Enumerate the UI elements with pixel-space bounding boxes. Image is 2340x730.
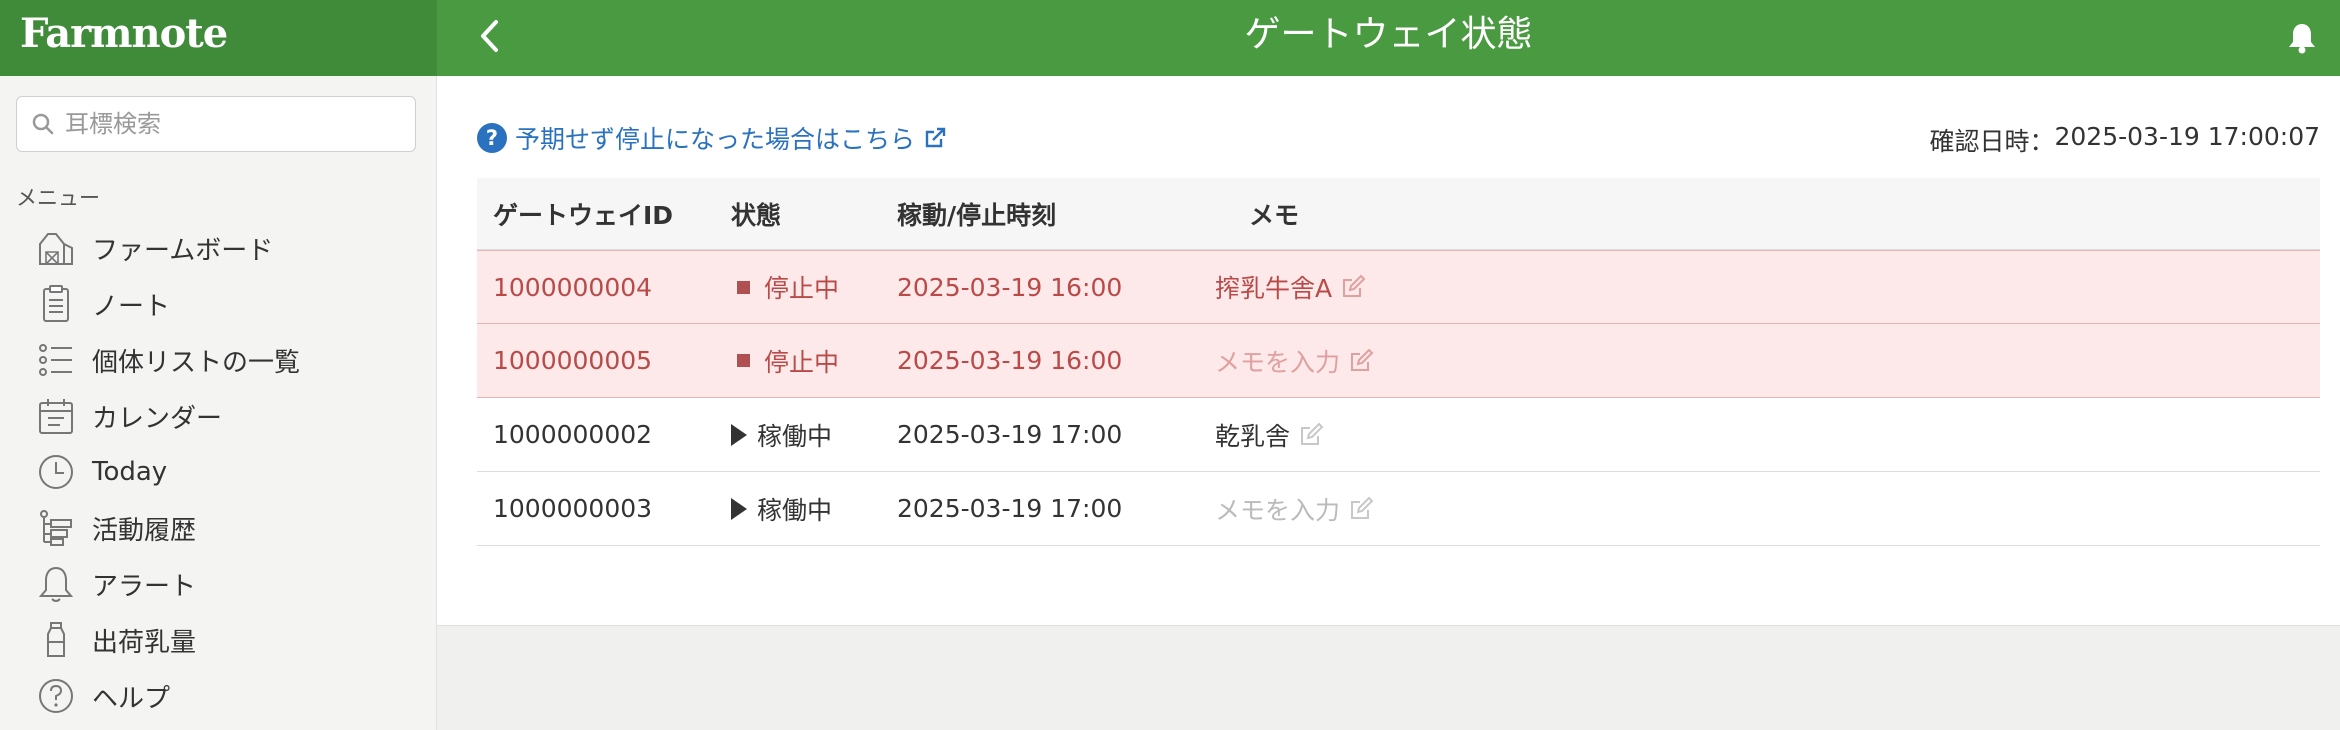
sidebar-item-label: アラート (92, 571, 197, 602)
edit-icon[interactable] (1348, 496, 1374, 522)
status-text: 稼働中 (757, 495, 833, 525)
table-row: 1000000002 稼働中 2025-03-19 17:00 乾乳舎 (477, 398, 2320, 472)
confirm-label: 確認日時： (1929, 127, 2055, 156)
status-text: 停止中 (764, 347, 840, 377)
edit-icon[interactable] (1298, 422, 1324, 448)
question-icon: ? (477, 123, 507, 153)
confirm-value: 2025-03-19 17:00:07 (2054, 122, 2320, 151)
sidebar-item-animal-list[interactable]: 個体リストの一覧 (0, 334, 437, 386)
bell-icon (34, 562, 78, 606)
gateway-id: 1000000002 (493, 420, 653, 449)
brand-logo[interactable]: Farmnote (20, 10, 228, 57)
sidebar-item-calendar[interactable]: カレンダー (0, 390, 437, 442)
memo-text[interactable]: 乾乳舎 (1215, 417, 1290, 453)
sidebar-item-help[interactable]: ヘルプ (0, 670, 437, 722)
edit-icon[interactable] (1348, 348, 1374, 374)
time-cell: 2025-03-19 17:00 (897, 420, 1123, 449)
note-icon (34, 282, 78, 326)
status-cell: 停止中 (731, 343, 897, 379)
sidebar-item-label: 個体リストの一覧 (92, 347, 301, 378)
sidebar-item-alert[interactable]: アラート (0, 558, 437, 610)
status-text: 稼働中 (757, 421, 833, 451)
gateway-id: 1000000005 (493, 346, 653, 375)
sidebar-item-note[interactable]: ノート (0, 278, 437, 330)
sidebar-item-label: ファームボード (92, 235, 274, 266)
memo-cell[interactable]: メモを入力 (1215, 343, 2320, 379)
search-icon (32, 113, 54, 135)
time-cell: 2025-03-19 17:00 (897, 494, 1123, 523)
time-cell: 2025-03-19 16:00 (897, 272, 1123, 302)
search-input[interactable] (65, 110, 385, 138)
stop-square-icon (737, 280, 750, 294)
menu-heading: メニュー (16, 186, 100, 210)
unexpected-stop-help-link[interactable]: ? 予期せず停止になった場合はこちら (477, 120, 947, 156)
ear-tag-search[interactable] (16, 96, 416, 152)
memo-placeholder[interactable]: メモを入力 (1215, 491, 1340, 527)
column-header-memo: メモ (1249, 200, 1300, 230)
sidebar-item-label: 活動履歴 (92, 515, 197, 546)
memo-cell[interactable]: 乾乳舎 (1215, 417, 2320, 453)
gateway-status-card: ? 予期せず停止になった場合はこちら 確認日時： 2025-03-19 17:0… (437, 76, 2340, 626)
memo-placeholder[interactable]: メモを入力 (1215, 343, 1340, 379)
calendar-icon (34, 394, 78, 438)
gateway-id: 1000000004 (493, 272, 653, 302)
table-row: 1000000004 停止中 2025-03-19 16:00 搾乳牛舎A (477, 250, 2320, 324)
edit-icon[interactable] (1340, 274, 1366, 300)
status-cell: 稼働中 (731, 417, 897, 453)
sidebar-item-label: Today (92, 457, 168, 487)
column-header-status: 状態 (731, 200, 782, 230)
status-text: 停止中 (764, 274, 840, 303)
sidebar-item-label: ノート (92, 291, 171, 322)
list-icon (34, 338, 78, 382)
stop-square-icon (737, 354, 750, 367)
page-title: ゲートウェイ状態 (1244, 14, 1533, 55)
help-link-text: 予期せず停止になった場合はこちら (515, 125, 916, 154)
bell-icon (2289, 24, 2315, 54)
sidebar-item-shipment-milk[interactable]: 出荷乳量 (0, 614, 437, 666)
sidebar-item-label: ヘルプ (92, 683, 171, 714)
sidebar-item-label: カレンダー (92, 403, 223, 434)
table-row: 1000000003 稼働中 2025-03-19 17:00 メモを入力 (477, 472, 2320, 546)
back-button[interactable] (467, 14, 511, 58)
sidebar: メニュー ファームボード ノート 個体リストの一覧 カレンダー Today 活動 (0, 76, 437, 730)
sidebar-item-today[interactable]: Today (0, 446, 437, 498)
sidebar-item-activity-history[interactable]: 活動履歴 (0, 502, 437, 554)
table-row: 1000000005 停止中 2025-03-19 16:00 メモを入力 (477, 324, 2320, 398)
column-header-time: 稼動/停止時刻 (897, 200, 1057, 230)
confirmation-datetime: 確認日時： 2025-03-19 17:00:07 (1929, 122, 2320, 158)
status-cell: 稼働中 (731, 491, 897, 527)
memo-cell[interactable]: メモを入力 (1215, 491, 2320, 527)
help-icon (34, 674, 78, 718)
sidebar-item-label: 出荷乳量 (92, 627, 197, 658)
brand-area: Farmnote (0, 0, 437, 76)
memo-cell[interactable]: 搾乳牛舎A (1215, 269, 2320, 305)
chevron-left-icon (481, 20, 498, 52)
notification-button[interactable] (2282, 18, 2322, 58)
column-header-gateway-id: ゲートウェイID (493, 200, 674, 230)
play-triangle-icon (731, 497, 747, 520)
top-bar: ゲートウェイ状態 (437, 0, 2340, 76)
table-header: ゲートウェイID 状態 稼動/停止時刻 メモ (477, 178, 2320, 250)
time-cell: 2025-03-19 16:00 (897, 346, 1123, 375)
gateway-table: ゲートウェイID 状態 稼動/停止時刻 メモ 1000000004 停止中 20… (477, 178, 2320, 546)
barn-icon (34, 226, 78, 270)
milk-bottle-icon (34, 618, 78, 662)
gateway-id: 1000000003 (493, 494, 653, 523)
external-link-icon (925, 127, 946, 148)
clock-icon (34, 450, 78, 494)
play-triangle-icon (731, 423, 747, 446)
memo-text[interactable]: 搾乳牛舎A (1215, 269, 1332, 305)
history-icon (34, 506, 78, 550)
sidebar-item-farmboard[interactable]: ファームボード (0, 222, 437, 274)
status-cell: 停止中 (731, 269, 897, 305)
